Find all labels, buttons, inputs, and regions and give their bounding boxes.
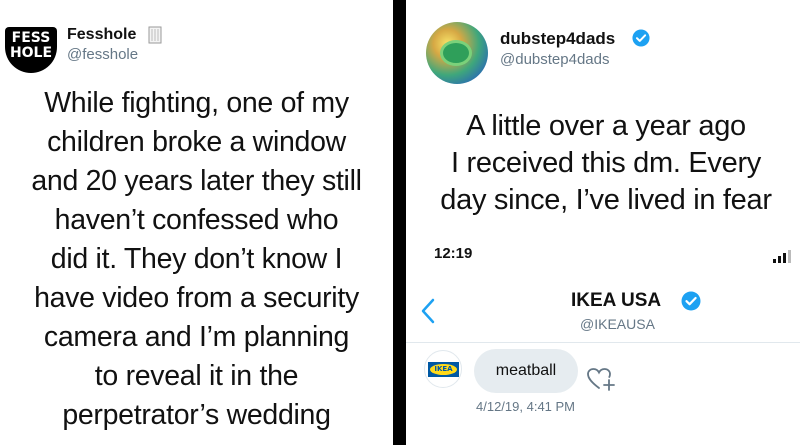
verified-badge-icon (681, 291, 701, 311)
tweet-line: did it. They don’t know I (50, 243, 343, 275)
ikea-avatar[interactable]: IKEA (424, 350, 462, 388)
tweet-line: and 20 years later they still (31, 165, 362, 197)
tweet-line: While fighting, one of my (44, 87, 349, 119)
tweet-line: A little over a year ago (466, 110, 746, 142)
ikea-logo-icon: IKEA (428, 362, 459, 377)
ikea-logo-text: IKEA (430, 364, 457, 375)
tweet-line: have video from a security (34, 282, 359, 314)
message-timestamp: 4/12/19, 4:41 PM (476, 399, 576, 414)
handle[interactable]: @fesshole (67, 46, 138, 63)
message-bubble[interactable]: meatball (474, 349, 578, 393)
handle[interactable]: @dubstep4dads (500, 51, 609, 68)
tweet-line: perpetrator’s wedding (62, 399, 331, 431)
dm-contact-name: IKEA USA (571, 290, 662, 311)
logo-line-2: HOLE (9, 45, 53, 61)
status-bar-time: 12:19 (434, 245, 473, 262)
display-name[interactable]: Fesshole (67, 26, 136, 44)
divider (406, 342, 800, 343)
heart-plus-icon[interactable] (586, 366, 616, 392)
tweet-line: to reveal it in the (94, 360, 299, 392)
chevron-left-icon[interactable] (420, 298, 436, 324)
tweet-text: A little over a year ago I received this… (406, 108, 800, 219)
display-name[interactable]: dubstep4dads (500, 29, 615, 49)
tweet-line: I received this dm. Every (451, 147, 761, 179)
bookmark-icon (148, 26, 162, 44)
cell-signal-icon (773, 250, 791, 263)
dm-contact-handle: @IKEAUSA (580, 316, 655, 332)
verified-badge-icon (632, 29, 650, 47)
tweet-text: While fighting, one of my children broke… (0, 84, 393, 435)
tweet-line: camera and I’m planning (43, 321, 350, 353)
right-tweet: dubstep4dads @dubstep4dads A little over… (406, 0, 800, 445)
tweet-line: day since, I’ve lived in fear (440, 184, 772, 216)
logo-line-1: FESS (11, 30, 51, 46)
tweet-line: children broke a window (47, 126, 346, 158)
turtle-icon (440, 40, 472, 66)
tweet-line: haven’t confessed who (54, 204, 339, 236)
left-tweet: FESS HOLE Fesshole @fesshole While fight… (0, 0, 393, 445)
fesshole-avatar[interactable]: FESS HOLE (5, 27, 57, 73)
avatar[interactable] (426, 22, 488, 84)
